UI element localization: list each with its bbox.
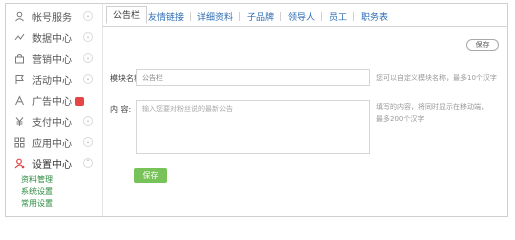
chevron-up-icon[interactable]: ⌃	[83, 158, 93, 168]
yen-icon	[14, 116, 25, 127]
tab-leaders[interactable]: 领导人	[288, 10, 315, 23]
tab-divider	[321, 12, 322, 21]
chevron-down-icon[interactable]: ⌄	[83, 116, 93, 126]
new-badge-icon	[75, 97, 84, 106]
tab-sub-brand[interactable]: 子品牌	[247, 10, 274, 23]
tab-divider	[280, 12, 281, 21]
content-placeholder: 输入您要对粉丝说的最新公告	[142, 105, 233, 113]
tab-announcement[interactable]: 公告栏	[106, 6, 148, 24]
submit-save-button[interactable]: 保存	[134, 168, 167, 183]
chevron-down-icon[interactable]: ⌄	[83, 74, 93, 84]
chevron-down-icon[interactable]: ⌄	[83, 53, 93, 63]
content-hint-line1: 填写的内容，将同时显示在移动端，	[376, 103, 488, 111]
sidebar-item-label: 营销中心	[32, 54, 72, 66]
sidebar-item-label: 应用中心	[32, 138, 72, 150]
tab-divider	[353, 12, 354, 21]
module-name-input[interactable]: 公告栏	[136, 69, 370, 86]
tab-details[interactable]: 详细资料	[197, 10, 233, 23]
app-frame: 帐号服务 ⌄ 数据中心 ⌄ 营销中心 ⌄ 活动中心 ⌄ 广告中心 支付中心 ⌄ …	[5, 3, 508, 217]
sidebar-item-label: 设置中心	[32, 159, 72, 171]
content-label: 内 容:	[110, 105, 132, 114]
sidebar-item-label: 活动中心	[32, 75, 72, 87]
sidebar-item-label: 帐号服务	[32, 12, 72, 24]
chevron-down-icon[interactable]: ⌄	[83, 32, 93, 42]
sidebar-subitem-common[interactable]: 常用设置	[21, 198, 53, 209]
sidebar-subitem-profile[interactable]: 资料管理	[21, 174, 53, 185]
apps-icon	[14, 137, 25, 148]
tab-divider	[190, 12, 191, 21]
sidebar-item-settings[interactable]: 设置中心 ⌃	[6, 151, 102, 175]
tab-positions[interactable]: 职务表	[361, 10, 388, 23]
tab-friend-links[interactable]: 友情链接	[148, 10, 184, 23]
submit-save-label: 保存	[142, 171, 159, 180]
sidebar-item-label: 数据中心	[32, 33, 72, 45]
module-name-hint: 您可以自定义模块名称，最多10个汉字	[376, 74, 497, 82]
content-hint-line2: 最多200个汉字	[376, 115, 425, 123]
flag-icon	[14, 74, 25, 85]
ad-icon	[14, 94, 25, 106]
tab-bar: 公告栏 友情链接 详细资料 子品牌 领导人 员工 职务表	[102, 4, 508, 27]
settings-person-icon	[14, 158, 25, 169]
bag-icon	[14, 53, 25, 64]
sidebar-subitem-system[interactable]: 系统设置	[21, 186, 53, 197]
trend-icon	[14, 32, 25, 43]
module-name-value: 公告栏	[142, 74, 163, 82]
save-toggle-label: 保存	[475, 41, 490, 49]
sidebar-item-label: 广告中心	[32, 93, 84, 108]
tab-staff[interactable]: 员工	[329, 10, 347, 23]
sidebar: 帐号服务 ⌄ 数据中心 ⌄ 营销中心 ⌄ 活动中心 ⌄ 广告中心 支付中心 ⌄ …	[6, 4, 103, 216]
chevron-down-icon[interactable]: ⌄	[83, 137, 93, 147]
chevron-down-icon[interactable]: ⌄	[83, 11, 93, 21]
save-toggle-button[interactable]: 保存	[466, 39, 499, 51]
content-textarea[interactable]: 输入您要对粉丝说的最新公告	[136, 100, 370, 154]
person-icon	[14, 11, 25, 22]
tab-divider	[239, 12, 240, 21]
sidebar-item-label: 支付中心	[32, 117, 72, 129]
